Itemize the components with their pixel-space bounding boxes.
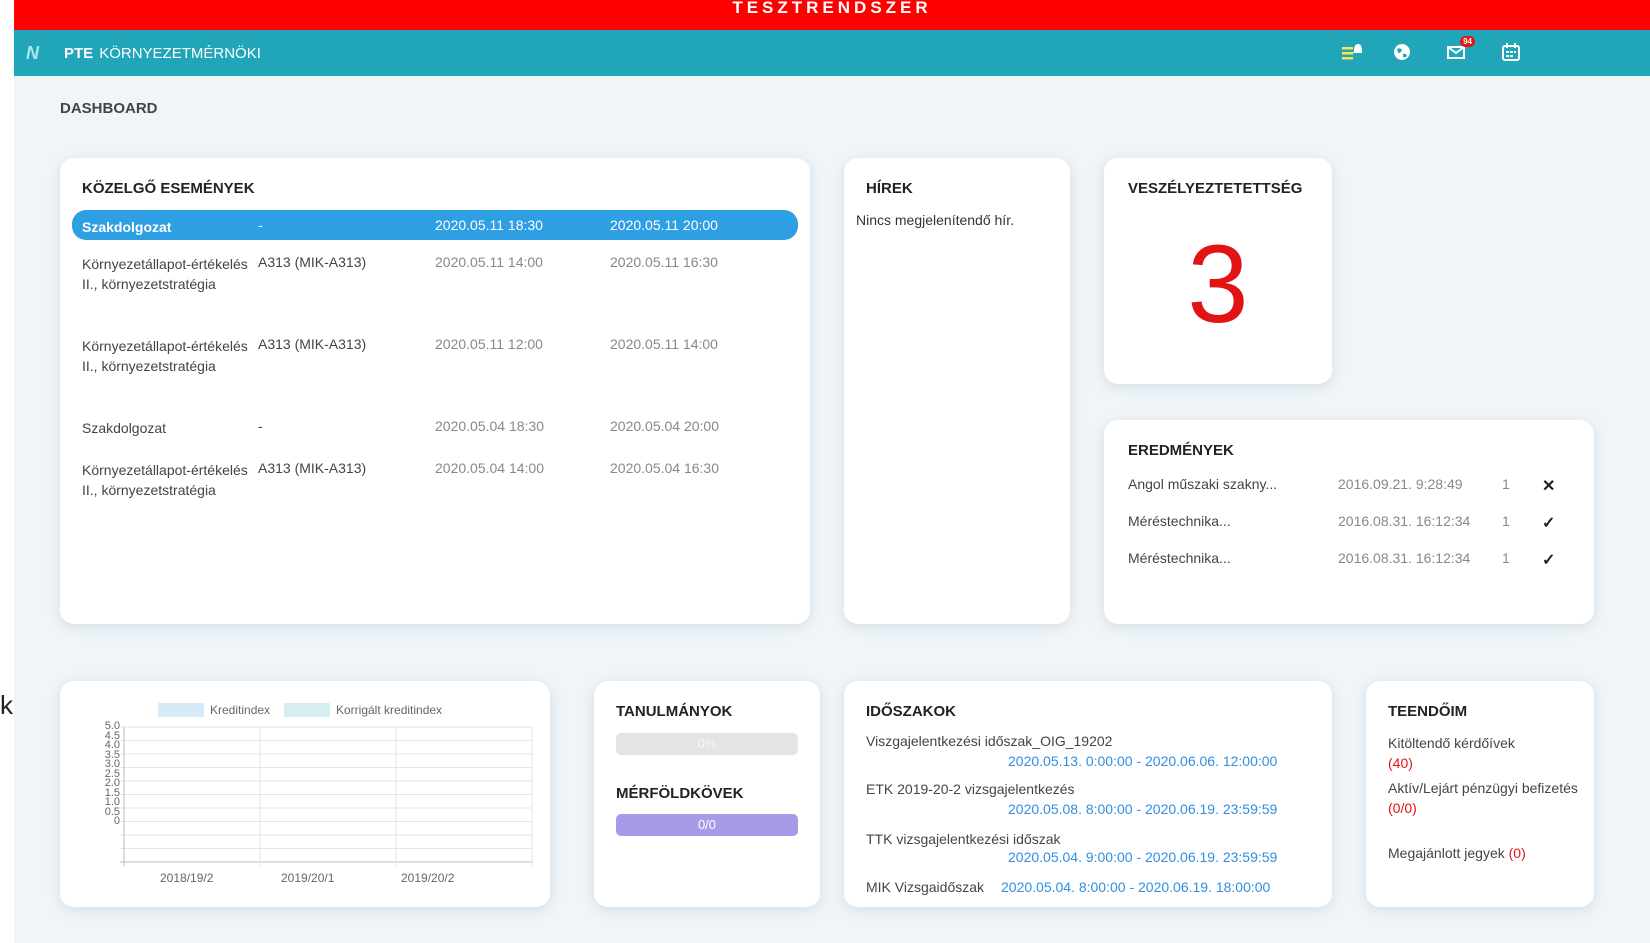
period-name: ETK 2019-20-2 vizsgajelentkezés [866,781,1075,797]
calendar-icon[interactable] [1499,41,1523,65]
periods-card: IDŐSZAKOK Viszgajelentkezési időszak_OIG… [844,681,1332,907]
todo-payments-count: (0/0) [1388,800,1417,816]
event-row[interactable]: Környezetállapot-értékelés II., környeze… [72,336,798,396]
event-room: A313 (MIK-A313) [258,254,367,270]
messages-count-badge: 94 [1460,36,1475,47]
result-count: 1 [1502,550,1510,566]
event-start: 2020.05.11 18:30 [435,217,543,233]
event-row[interactable]: Szakdolgozat - 2020.05.04 18:30 2020.05.… [72,418,798,440]
period-name: MIK Vizsgaidőszak [866,879,985,895]
event-start: 2020.05.04 14:00 [435,460,544,476]
event-name: Környezetállapot-értékelés II., környeze… [82,338,248,374]
passed-check-icon: ✓ [1542,552,1556,569]
result-date: 2016.09.21. 9:28:49 [1338,476,1463,492]
event-start: 2020.05.11 14:00 [435,254,543,270]
news-title: HÍREK [866,180,913,197]
x-tick-label: 2019/20/2 [401,871,455,885]
event-row[interactable]: Szakdolgozat - 2020.05.11 18:30 2020.05.… [72,210,798,240]
top-navigation-bar: N PTE KÖRNYEZETMÉRNÖKI 94 [14,30,1650,76]
event-name: Környezetállapot-értékelés II., környeze… [82,462,248,498]
result-name: Méréstechnika... [1128,513,1231,529]
periods-title: IDŐSZAKOK [866,703,956,720]
event-room: A313 (MIK-A313) [258,336,367,352]
x-tick-label: 2018/19/2 [160,871,214,885]
globe-icon[interactable] [1390,41,1414,65]
test-system-banner: TESZTRENDSZER [14,0,1650,30]
studies-card: TANULMÁNYOK 0% MÉRFÖLDKÖVEK 0/0 [594,681,820,907]
news-empty-text: Nincs megjelenítendő hír. [856,212,1014,228]
left-edge-strip: k [0,0,14,943]
event-row[interactable]: Környezetállapot-értékelés II., környeze… [72,254,798,314]
period-name: TTK vizsgajelentkezési időszak [866,831,1061,847]
todo-surveys-label: Kitöltendő kérdőívek [1388,735,1515,751]
event-end: 2020.05.11 20:00 [610,217,718,233]
studies-title: TANULMÁNYOK [616,703,733,720]
dashboard-content: DASHBOARD KÖZELGŐ ESEMÉNYEK Szakdolgozat… [14,76,1650,943]
event-room: A313 (MIK-A313) [258,460,367,476]
event-name: Szakdolgozat [82,219,172,235]
app-title[interactable]: PTE KÖRNYEZETMÉRNÖKI [64,45,261,62]
result-date: 2016.08.31. 16:12:34 [1338,550,1471,566]
period-range[interactable]: 2020.05.13. 0:00:00 - 2020.06.06. 12:00:… [1008,753,1277,769]
todo-payments[interactable]: Aktív/Lejárt pénzügyi befizetés (0/0) [1388,778,1578,818]
event-end: 2020.05.04 20:00 [610,418,719,434]
passed-check-icon: ✓ [1542,515,1556,532]
event-room: - [258,418,263,434]
result-count: 1 [1502,476,1510,492]
notifications-list-icon[interactable] [1339,41,1363,65]
news-card: HÍREK Nincs megjelenítendő hír. [844,158,1070,624]
result-row[interactable]: Méréstechnika... 2016.08.31. 16:12:34 1 … [1128,513,1578,535]
period-name: Viszgajelentkezési időszak_OIG_19202 [866,733,1113,749]
result-name: Méréstechnika... [1128,550,1231,566]
left-edge-text: k [0,690,13,720]
result-count: 1 [1502,513,1510,529]
breadcrumb: DASHBOARD [60,100,158,117]
result-name: Angol műszaki szakny... [1128,476,1278,492]
todo-grades[interactable]: Megajánlott jegyek (0) [1388,843,1578,863]
result-row[interactable]: Angol műszaki szakny... 2016.09.21. 9:28… [1128,476,1578,498]
messages-icon[interactable]: 94 [1445,36,1475,65]
event-name: Szakdolgozat [82,420,167,436]
results-card: EREDMÉNYEK Angol műszaki szakny... 2016.… [1104,420,1594,624]
event-end: 2020.05.11 14:00 [610,336,718,352]
upcoming-events-card: KÖZELGŐ ESEMÉNYEK Szakdolgozat - 2020.05… [60,158,810,624]
event-name: Környezetállapot-értékelés II., környeze… [82,256,248,292]
todos-card: TEENDŐIM Kitöltendő kérdőívek (40) Aktív… [1366,681,1594,907]
todo-payments-label: Aktív/Lejárt pénzügyi befizetés [1388,780,1578,796]
y-tick-label: 0 [113,815,120,827]
milestones-title: MÉRFÖLDKÖVEK [616,785,744,802]
milestones-progress-bar: 0/0 [616,814,798,836]
period-range[interactable]: 2020.05.08. 8:00:00 - 2020.06.19. 23:59:… [1008,801,1277,817]
result-date: 2016.08.31. 16:12:34 [1338,513,1471,529]
event-row[interactable]: Környezetállapot-értékelés II., környeze… [72,460,798,520]
event-start: 2020.05.04 18:30 [435,418,544,434]
event-end: 2020.05.04 16:30 [610,460,719,476]
results-title: EREDMÉNYEK [1128,442,1234,459]
todo-grades-count: (0) [1508,845,1526,861]
x-tick-label: 2019/20/1 [281,871,335,885]
credit-index-chart-card: Kreditindex Korrigált kreditindex 5.0 4.… [60,681,550,907]
upcoming-events-title: KÖZELGŐ ESEMÉNYEK [82,180,255,197]
event-start: 2020.05.11 12:00 [435,336,543,352]
risk-value: 3 [1187,223,1249,346]
todo-grades-label: Megajánlott jegyek [1388,845,1505,861]
studies-progress-bar: 0% [616,733,798,755]
event-room: - [258,217,263,233]
period-range[interactable]: 2020.05.04. 9:00:00 - 2020.06.19. 23:59:… [1008,849,1277,865]
todos-title: TEENDŐIM [1388,703,1468,720]
result-row[interactable]: Méréstechnika... 2016.08.31. 16:12:34 1 … [1128,550,1578,572]
todo-surveys[interactable]: Kitöltendő kérdőívek (40) [1388,733,1578,773]
app-logo-icon[interactable]: N [26,43,46,63]
risk-title: VESZÉLYEZTETETTSÉG [1128,180,1303,197]
risk-card: VESZÉLYEZTETETTSÉG 3 [1104,158,1332,384]
period-range[interactable]: 2020.05.04. 8:00:00 - 2020.06.19. 18:00:… [1001,879,1270,895]
event-end: 2020.05.11 16:30 [610,254,718,270]
failed-x-icon: ✕ [1542,478,1556,495]
todo-surveys-count: (40) [1388,755,1413,771]
